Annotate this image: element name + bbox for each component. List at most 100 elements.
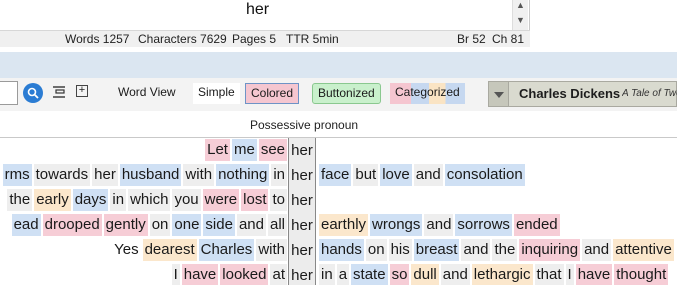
- context-word[interactable]: consolation: [444, 164, 525, 186]
- context-word[interactable]: and: [236, 214, 266, 236]
- search-icon: [27, 87, 39, 99]
- context-word[interactable]: in: [110, 189, 127, 211]
- context-word[interactable]: with: [183, 164, 215, 186]
- search-input[interactable]: [0, 81, 18, 105]
- vertical-scrollbar[interactable]: ▲ ▼: [512, 0, 528, 30]
- concordance-row[interactable]: Let me see her: [0, 138, 677, 163]
- context-word[interactable]: thought: [614, 264, 669, 285]
- context-word[interactable]: in: [319, 264, 335, 285]
- toolbar: + Word View Simple Colored Buttonized Ca…: [0, 78, 677, 111]
- context-word[interactable]: hands: [319, 239, 364, 261]
- context-word[interactable]: and: [424, 214, 454, 236]
- context-word[interactable]: have: [575, 264, 613, 285]
- context-word[interactable]: rms: [2, 164, 32, 186]
- context-word[interactable]: Let: [205, 139, 230, 161]
- context-word[interactable]: but: [353, 164, 379, 186]
- context-word[interactable]: attentive: [613, 239, 674, 261]
- context-word[interactable]: you: [172, 189, 201, 211]
- search-query[interactable]: her: [0, 1, 515, 19]
- word-view-label: Word View: [118, 85, 176, 99]
- context-word[interactable]: Yes: [112, 239, 140, 261]
- expand-icon[interactable]: +: [76, 85, 88, 97]
- concordance-row[interactable]: Ihave looked at her in a state so dull and letharg…: [0, 263, 677, 285]
- context-word[interactable]: a: [336, 264, 350, 285]
- chevron-down-icon[interactable]: [489, 82, 509, 106]
- keyword-cell[interactable]: her: [288, 263, 316, 285]
- context-word[interactable]: dull: [411, 264, 439, 285]
- context-word[interactable]: earthly: [319, 214, 369, 236]
- status-ch: Ch 81: [492, 32, 525, 46]
- context-word[interactable]: me: [231, 139, 257, 161]
- buttonized-view-button[interactable]: Buttonized: [312, 83, 381, 104]
- context-word[interactable]: which: [128, 189, 171, 211]
- categorized-view-button[interactable]: Categorized: [390, 83, 465, 104]
- colored-view-button[interactable]: Colored: [245, 83, 300, 104]
- scroll-up-icon[interactable]: ▲: [516, 0, 525, 10]
- context-word[interactable]: wrongs: [370, 214, 423, 236]
- context-word[interactable]: I: [171, 264, 180, 285]
- context-word[interactable]: see: [258, 139, 287, 161]
- book-title: A Tale of Two Cities: [622, 88, 677, 99]
- context-word[interactable]: have: [181, 264, 219, 285]
- concordance-row[interactable]: the early days in which you were lost to her: [0, 188, 677, 213]
- context-word[interactable]: husband: [119, 164, 182, 186]
- simple-view-button[interactable]: Simple: [193, 83, 240, 104]
- context-word[interactable]: and: [413, 164, 443, 186]
- context-word[interactable]: and: [582, 239, 612, 261]
- context-word[interactable]: in: [271, 164, 287, 186]
- context-word[interactable]: at: [270, 264, 287, 285]
- context-word[interactable]: with: [256, 239, 287, 261]
- book-selector[interactable]: Charles Dickens A Tale of Two Cities: [488, 81, 677, 107]
- context-word[interactable]: drooped: [42, 214, 102, 236]
- context-word[interactable]: lost: [241, 189, 269, 211]
- concordance-row[interactable]: rms towards her husband with nothing in her face…: [0, 163, 677, 188]
- context-word[interactable]: one: [172, 214, 202, 236]
- context-word[interactable]: to: [270, 189, 287, 211]
- context-word[interactable]: all: [267, 214, 287, 236]
- keyword-cell[interactable]: her: [288, 238, 316, 263]
- keyword-cell[interactable]: her: [288, 188, 316, 213]
- context-word[interactable]: dearest: [142, 239, 197, 261]
- context-word[interactable]: early: [34, 189, 71, 211]
- concordance-row[interactable]: ead drooped gently on one side and all her earthl…: [0, 213, 677, 238]
- panel-divider[interactable]: [0, 52, 677, 78]
- context-word[interactable]: the: [7, 189, 33, 211]
- keyword-cell[interactable]: her: [288, 213, 316, 238]
- context-word[interactable]: that: [534, 264, 564, 285]
- filter-icon[interactable]: [51, 84, 67, 100]
- context-word[interactable]: side: [203, 214, 235, 236]
- context-word[interactable]: and: [461, 239, 491, 261]
- scroll-down-icon[interactable]: ▼: [516, 15, 525, 25]
- context-word[interactable]: days: [72, 189, 109, 211]
- context-word[interactable]: her: [92, 164, 118, 186]
- context-word[interactable]: I: [565, 264, 574, 285]
- context-word[interactable]: his: [388, 239, 412, 261]
- context-word[interactable]: looked: [220, 264, 269, 285]
- context-word[interactable]: nothing: [216, 164, 270, 186]
- context-word[interactable]: gently: [103, 214, 148, 236]
- context-word[interactable]: so: [389, 264, 410, 285]
- context-word[interactable]: breast: [413, 239, 460, 261]
- context-word[interactable]: and: [440, 264, 470, 285]
- context-word[interactable]: ead: [11, 214, 41, 236]
- context-word[interactable]: sorrows: [455, 214, 512, 236]
- context-word[interactable]: love: [380, 164, 412, 186]
- context-word[interactable]: on: [365, 239, 387, 261]
- left-context: ead drooped gently on one side and all: [11, 213, 288, 238]
- context-word[interactable]: were: [202, 189, 240, 211]
- context-word[interactable]: inquiring: [519, 239, 581, 261]
- search-button[interactable]: [23, 83, 43, 103]
- keyword-cell[interactable]: her: [288, 138, 316, 163]
- keyword-cell[interactable]: her: [288, 163, 316, 188]
- context-word[interactable]: face: [319, 164, 352, 186]
- context-word[interactable]: towards: [33, 164, 91, 186]
- context-word[interactable]: ended: [513, 214, 560, 236]
- context-word[interactable]: Charles: [198, 239, 255, 261]
- concordance-row[interactable]: Yes dearest Charles with her hands on his breast…: [0, 238, 677, 263]
- context-word[interactable]: on: [149, 214, 171, 236]
- context-word[interactable]: state: [351, 264, 388, 285]
- context-word[interactable]: the: [492, 239, 518, 261]
- book-author: Charles Dickens: [519, 86, 621, 101]
- context-word[interactable]: lethargic: [471, 264, 533, 285]
- status-characters: Characters 7629: [138, 32, 227, 46]
